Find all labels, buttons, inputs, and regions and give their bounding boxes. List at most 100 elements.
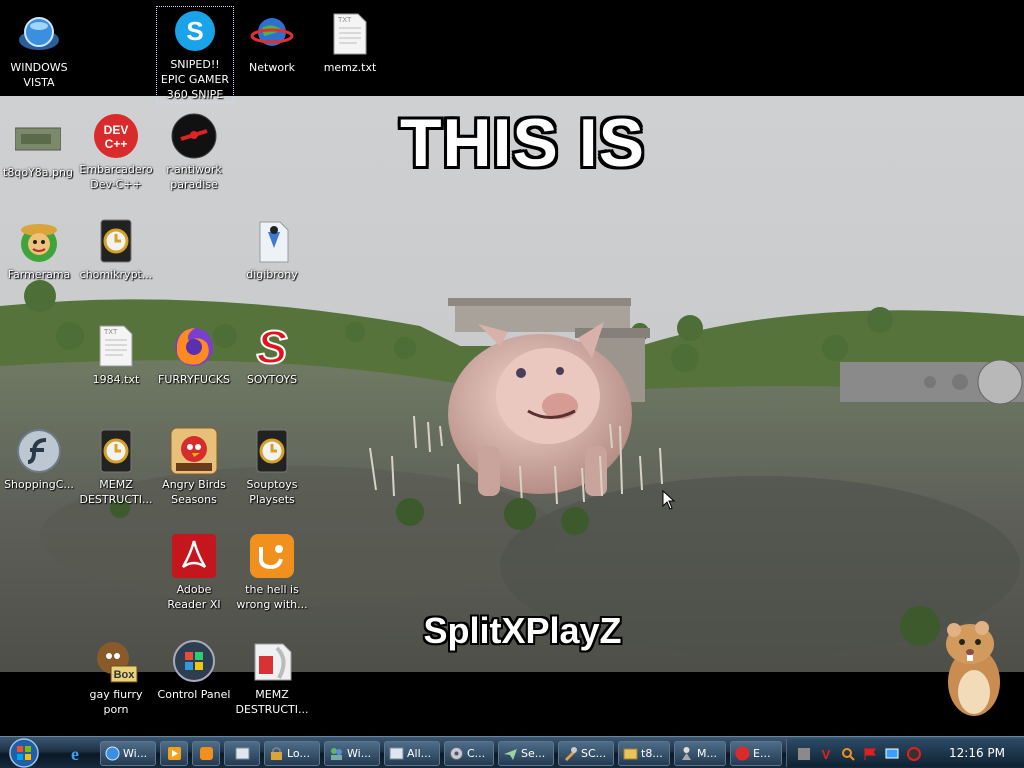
red-eye-icon: [170, 112, 218, 160]
svg-text:e: e: [71, 745, 79, 763]
skype-icon: S: [171, 7, 219, 55]
svg-text:TXT: TXT: [103, 328, 118, 336]
desktop-icon-memz-destructive-1[interactable]: MEMZ DESTRUCTI...: [78, 427, 154, 507]
arrow-cursor-icon: [662, 489, 676, 510]
text-file-icon: TXT: [92, 322, 140, 370]
desktop-icon-label: digibrony: [246, 268, 298, 281]
svg-text:S: S: [257, 323, 288, 369]
desktop-icon-label: Embarcadero Dev-C++: [79, 163, 153, 191]
tray-monitor-icon[interactable]: [885, 746, 899, 760]
desktop-icon-1984-txt[interactable]: TXT 1984.txt: [78, 322, 154, 387]
desktop-icon-sniped[interactable]: S SNIPED!! EPIC GAMER 360 SNIPE: [156, 6, 234, 103]
uc-browser-icon: [199, 746, 214, 761]
quicklaunch-ie[interactable]: e: [66, 744, 84, 764]
taskbar-button-uc[interactable]: [192, 741, 220, 766]
text-file-icon: TXT: [326, 10, 374, 58]
system-tray: V 12:16 PM: [786, 739, 1024, 767]
clock-shortcut-icon: [248, 427, 296, 475]
plane-icon: [503, 746, 518, 761]
folder-icon: [623, 746, 638, 761]
taskbar-button-wi[interactable]: Wi...: [100, 741, 156, 766]
taskbar-button-lo[interactable]: Lo...: [264, 741, 320, 766]
desktop-icon-souptoys[interactable]: Souptoys Playsets: [234, 427, 310, 507]
clock-shortcut-icon: [92, 217, 140, 265]
desktop-icon-network[interactable]: Network: [234, 10, 310, 75]
desktop-icon-angry-birds[interactable]: Angry Birds Seasons: [156, 427, 232, 507]
window-icon: [389, 746, 404, 761]
desktop-icon-memz-txt[interactable]: TXT memz.txt: [312, 10, 388, 75]
taskbar-button-wi-2[interactable]: Wi...: [324, 741, 380, 766]
taskbar-button-c[interactable]: C...: [444, 741, 494, 766]
taskbar-button-t8[interactable]: t8...: [618, 741, 670, 766]
desktop-icon-label: chomikrypt...: [79, 268, 153, 281]
media-icon: [167, 746, 182, 761]
devcpp-icon: [735, 746, 750, 761]
svg-text:S: S: [186, 16, 203, 46]
uc-browser-icon: [248, 532, 296, 580]
svg-text:C++: C++: [105, 137, 128, 151]
desktop-icon-control-panel[interactable]: Control Panel: [156, 637, 232, 702]
tray-v-icon[interactable]: V: [819, 746, 833, 762]
hamster-icon: [946, 621, 1000, 716]
taskbar-clock[interactable]: 12:16 PM: [949, 746, 1005, 760]
desktop-icon-t8qoy8a[interactable]: t8qoY8a.png: [0, 115, 76, 180]
desktop-icon-the-hell-is-wrong[interactable]: the hell is wrong with...: [234, 532, 310, 612]
vista-orb-icon: [15, 10, 63, 58]
desktop-icon-memz-destructive-2[interactable]: MEMZ DESTRUCTI...: [234, 637, 310, 717]
desktop-icon-chomikrypt[interactable]: chomikrypt...: [78, 217, 154, 282]
desktop-icon-label: SOYTOYS: [246, 373, 298, 386]
farmer-icon: [15, 217, 63, 265]
desktop-icon-digibrony[interactable]: digibrony: [234, 217, 310, 282]
desktop-icon-windows-vista[interactable]: WINDOWS VISTA: [1, 10, 77, 90]
taskbar-button-window[interactable]: [224, 741, 260, 766]
desktop-icon-gay-fiurry[interactable]: Box gay fiurry porn: [78, 637, 154, 717]
image-file-icon: [14, 115, 62, 163]
figure-icon: [679, 746, 694, 761]
tool-icon: [563, 746, 578, 761]
desktop-icon-shoppingc[interactable]: ShoppingC...: [1, 427, 77, 492]
window-icon: [235, 746, 250, 761]
taskbar-button-media[interactable]: [160, 741, 188, 766]
desktop[interactable]: THIS IS SplitXPlayZ WINDOWS VISTA S SNIP…: [0, 0, 1024, 768]
lock-icon: [269, 746, 284, 761]
taskbar-button-se[interactable]: Se...: [498, 741, 554, 766]
taskbar: e Wi... Lo... Wi... All... C... Se... SC…: [0, 736, 1024, 768]
clock-shortcut-icon: [92, 427, 140, 475]
desktop-icon-label: ShoppingC...: [4, 478, 74, 491]
desktop-icon-farmerama[interactable]: Farmerama: [1, 217, 77, 282]
desktop-icon-soytoys[interactable]: S SOYTOYS: [234, 322, 310, 387]
control-panel-icon: [170, 637, 218, 685]
tray-app-icon[interactable]: [797, 746, 811, 760]
tray-search-icon[interactable]: [841, 746, 855, 761]
angry-birds-icon: [170, 427, 218, 475]
tray-volume-icon[interactable]: [907, 746, 921, 761]
desktop-icon-label: Control Panel: [157, 688, 231, 701]
mouse-cursor: [662, 489, 676, 514]
hamster-desktop-pet[interactable]: [940, 616, 1006, 724]
desktop-icon-label: SNIPED!! EPIC GAMER 360 SNIPE: [160, 58, 230, 101]
desktop-icon-r-antiwork[interactable]: r-antiwork paradise: [156, 112, 232, 192]
taskbar-button-e[interactable]: E...: [730, 741, 782, 766]
figure-icon: [248, 217, 296, 265]
desktop-icon-label: Souptoys Playsets: [246, 478, 298, 506]
internet-explorer-icon: e: [71, 744, 79, 764]
desktop-icon-devcpp[interactable]: DEV C++ Embarcadero Dev-C++: [78, 112, 154, 192]
taskbar-button-all[interactable]: All...: [384, 741, 440, 766]
disk-icon: [449, 746, 464, 761]
desktop-icon-label: Farmerama: [7, 268, 71, 281]
start-button[interactable]: [4, 738, 44, 768]
desktop-icon-label: WINDOWS VISTA: [10, 61, 68, 89]
desktop-icon-label: Adobe Reader XI: [167, 583, 221, 611]
desktop-icon-label: gay fiurry porn: [89, 688, 143, 716]
svg-text:TXT: TXT: [337, 16, 352, 24]
desktop-icon-label: memz.txt: [323, 61, 377, 74]
desktop-icon-label: Network: [249, 61, 295, 74]
desktop-icon-label: 1984.txt: [92, 373, 140, 386]
desktop-icon-adobe-reader[interactable]: Adobe Reader XI: [156, 532, 232, 612]
tray-flag-icon[interactable]: [863, 746, 877, 760]
flash-icon: [15, 427, 63, 475]
taskbar-button-sc[interactable]: SC...: [558, 741, 614, 766]
desktop-icon-furryfucks[interactable]: FURRYFUCKS: [156, 322, 232, 387]
taskbar-button-m[interactable]: M...: [674, 741, 726, 766]
desktop-icon-label: MEMZ DESTRUCTI...: [79, 478, 153, 506]
